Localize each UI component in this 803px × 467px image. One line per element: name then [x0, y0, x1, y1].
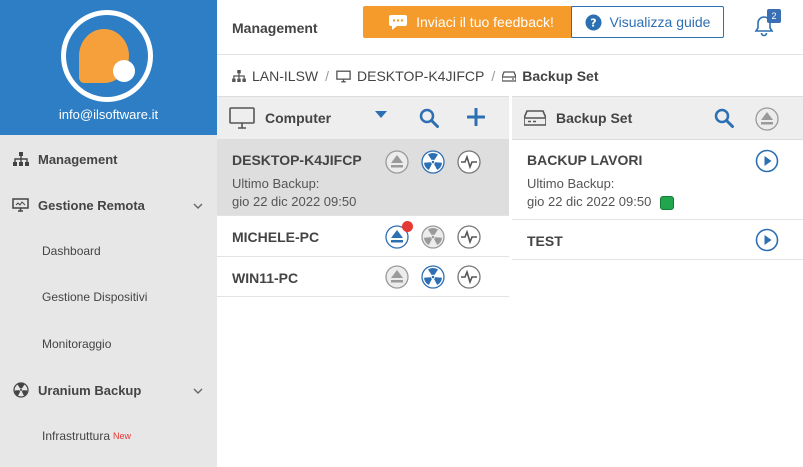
sidebar-item-gestione-remota[interactable]: Gestione Remota	[0, 183, 217, 227]
chevron-down-icon[interactable]	[193, 383, 203, 398]
sidebar-item-label: Management	[38, 151, 118, 167]
sidebar-item-management[interactable]: Management	[0, 137, 217, 181]
add-computer-icon[interactable]	[467, 108, 485, 126]
sidebar-item-gestione-dispositivi[interactable]: Gestione Dispositivi	[0, 275, 217, 319]
radiation-icon	[12, 382, 29, 399]
chat-icon	[388, 13, 408, 31]
hard-drive-icon	[502, 70, 517, 82]
feedback-label: Inviaci il tuo feedback!	[416, 14, 554, 30]
question-icon: ?	[585, 14, 602, 31]
play-icon[interactable]	[755, 228, 779, 252]
backupset-panel-header: Backup Set	[512, 96, 803, 140]
breadcrumb: LAN-ILSW / DESKTOP-K4JIFCP / Backup Set	[217, 56, 803, 96]
computer-name: DESKTOP-K4JIFCP	[232, 152, 362, 168]
eject-icon[interactable]	[385, 150, 409, 174]
feedback-button[interactable]: Inviaci il tuo feedback!	[363, 6, 579, 38]
computer-panel-header: Computer	[217, 96, 509, 140]
radiation-icon[interactable]	[421, 150, 445, 174]
backupset-panel-title: Backup Set	[556, 110, 633, 126]
eject-icon[interactable]	[755, 107, 779, 131]
sidebar-item-label: Gestione Remota	[38, 197, 145, 213]
activity-icon[interactable]	[457, 225, 481, 249]
brand-logo	[61, 10, 153, 102]
computer-row[interactable]: MICHELE-PC	[217, 216, 509, 257]
status-ok-indicator	[660, 195, 675, 210]
last-backup-info: gio 22 dic 2022 09:50	[527, 194, 675, 210]
eject-icon[interactable]	[385, 265, 409, 289]
sidebar-item-uranium-backup[interactable]: Uranium Backup	[0, 368, 217, 412]
radiation-icon[interactable]	[421, 265, 445, 289]
breadcrumb-separator: /	[325, 68, 330, 84]
sidebar-header: info@ilsoftware.it	[0, 0, 217, 135]
activity-icon[interactable]	[457, 265, 481, 289]
search-icon[interactable]	[714, 108, 734, 128]
eject-icon[interactable]	[385, 221, 413, 249]
computer-panel-title: Computer	[265, 110, 332, 126]
computer-name: WIN11-PC	[232, 270, 299, 286]
hard-drive-icon	[524, 110, 546, 126]
sitemap-icon	[232, 70, 246, 82]
new-badge: New	[113, 431, 132, 441]
notification-badge: 2	[767, 9, 781, 23]
monitor-icon	[229, 107, 255, 129]
backupset-name: BACKUP LAVORI	[527, 152, 643, 168]
computer-name: MICHELE-PC	[232, 229, 320, 245]
sitemap-icon	[12, 151, 29, 168]
backupset-row[interactable]: TEST	[512, 220, 803, 260]
sidebar-item-monitoraggio[interactable]: Monitoraggio	[0, 322, 217, 366]
monitor-icon	[336, 70, 351, 83]
backupset-name: TEST	[527, 233, 563, 249]
guide-label: Visualizza guide	[609, 14, 711, 30]
radiation-icon[interactable]	[421, 225, 445, 249]
computer-row[interactable]: DESKTOP-K4JIFCP Ultimo Backup: gio 22 di…	[217, 140, 509, 216]
sidebar-item-label: Dashboard	[42, 244, 101, 258]
sidebar-item-label: Infrastruttura	[42, 429, 111, 443]
sidebar-item-label: Gestione Dispositivi	[42, 290, 148, 304]
breadcrumb-item-computer[interactable]: DESKTOP-K4JIFCP	[357, 68, 484, 84]
breadcrumb-item-network[interactable]: LAN-ILSW	[252, 68, 318, 84]
chevron-down-icon[interactable]	[193, 198, 203, 213]
page-title: Management	[232, 20, 318, 36]
monitor-icon	[12, 197, 29, 214]
activity-icon[interactable]	[457, 150, 481, 174]
breadcrumb-item-current: Backup Set	[522, 68, 599, 84]
sidebar-item-infrastruttura[interactable]: Infrastruttura New	[0, 414, 217, 458]
svg-text:?: ?	[590, 16, 596, 29]
last-backup-date: gio 22 dic 2022 09:50	[527, 194, 652, 209]
sidebar-item-label: Uranium Backup	[38, 382, 142, 398]
breadcrumb-separator: /	[491, 68, 496, 84]
last-backup-label: Ultimo Backup:	[232, 176, 320, 191]
computer-row[interactable]: WIN11-PC	[217, 257, 509, 297]
sidebar-item-label: Monitoraggio	[42, 337, 112, 351]
play-icon[interactable]	[755, 149, 779, 173]
topbar: Management Inviaci il tuo feedback! ? Vi…	[217, 0, 803, 55]
search-icon[interactable]	[419, 108, 439, 128]
sidebar: info@ilsoftware.it Management Gestione R…	[0, 0, 217, 467]
backupset-row[interactable]: BACKUP LAVORI Ultimo Backup: gio 22 dic …	[512, 140, 803, 220]
last-backup-date: gio 22 dic 2022 09:50	[232, 194, 357, 209]
last-backup-label: Ultimo Backup:	[527, 176, 615, 191]
guide-button[interactable]: ? Visualizza guide	[571, 6, 724, 38]
sidebar-item-dashboard[interactable]: Dashboard	[0, 229, 217, 273]
user-email[interactable]: info@ilsoftware.it	[0, 107, 217, 122]
alert-dot	[402, 221, 413, 232]
caret-down-icon[interactable]	[375, 111, 387, 119]
